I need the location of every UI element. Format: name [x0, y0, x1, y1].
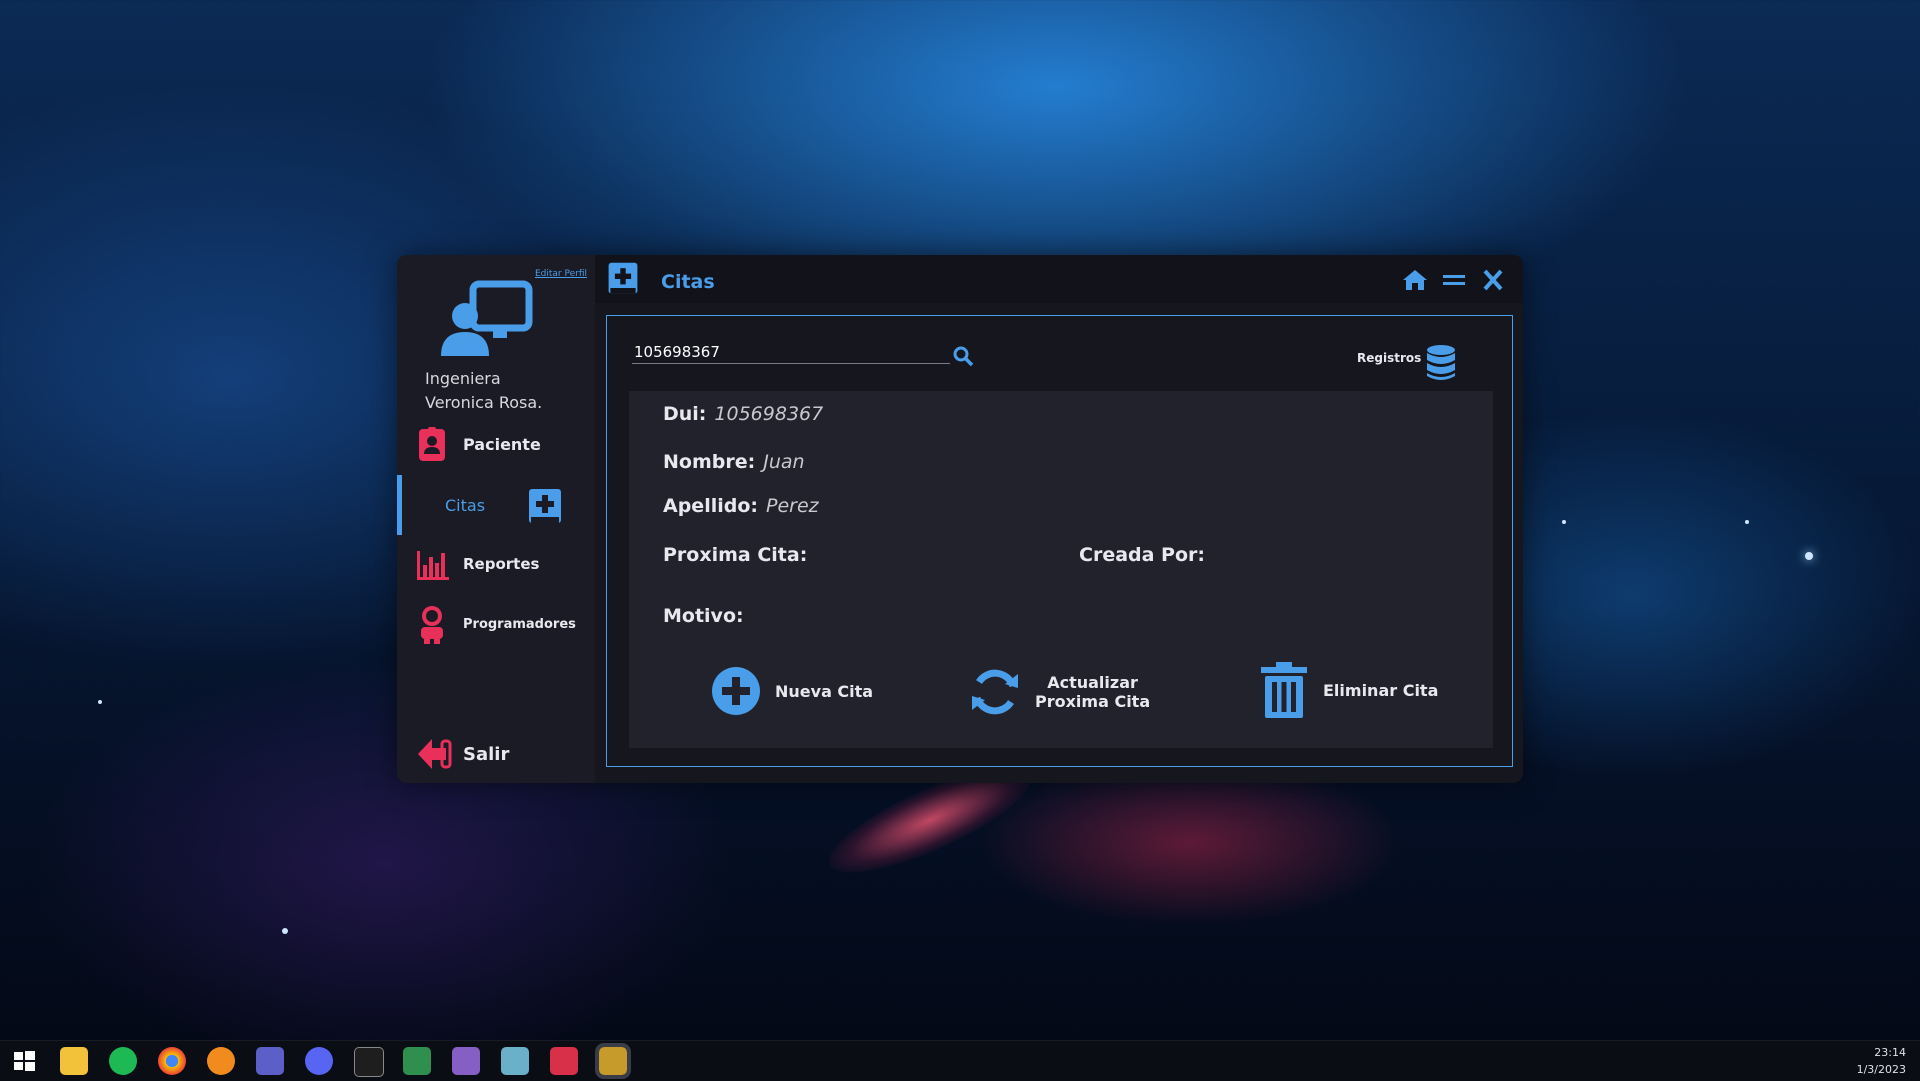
visual-studio-icon[interactable] — [452, 1047, 480, 1075]
user-name: Ingeniera Veronica Rosa. — [425, 367, 595, 415]
motivo-label: Motivo: — [663, 605, 744, 627]
star — [1562, 520, 1566, 524]
star — [282, 928, 288, 934]
page-title: Citas — [661, 271, 715, 293]
nombre-value: Juan — [763, 451, 805, 473]
user-monitor-icon — [441, 280, 533, 356]
edit-profile-link[interactable]: Editar Perfil — [535, 269, 587, 279]
nombre-field: Nombre: Juan — [663, 451, 805, 473]
medical-book-icon — [608, 262, 638, 294]
sidebar-item-label: Reportes — [463, 555, 540, 573]
eliminar-cita-button[interactable]: Eliminar Cita — [1259, 661, 1438, 719]
patient-badge-icon — [419, 427, 445, 461]
terminal-icon[interactable] — [354, 1047, 384, 1077]
eliminar-cita-label: Eliminar Cita — [1323, 680, 1439, 700]
trash-icon — [1261, 662, 1307, 718]
system-clock[interactable]: 23:14 1/3/2023 — [1857, 1044, 1906, 1078]
dui-label: Dui: — [663, 403, 707, 425]
teams-icon[interactable] — [256, 1047, 284, 1075]
actualizar-label: Actualizar Proxima Cita — [1035, 673, 1150, 711]
clock-time: 23:14 — [1874, 1046, 1906, 1059]
content-area: Registros Dui: 105698367 Nombre: Juan Apel… — [606, 315, 1513, 767]
excel-icon[interactable] — [403, 1047, 431, 1075]
minimize-icon[interactable] — [1441, 269, 1467, 291]
bar-chart-icon — [417, 551, 449, 580]
user-title: Ingeniera — [425, 369, 501, 388]
star — [1805, 552, 1813, 560]
logout-icon — [418, 739, 452, 769]
creada-por-label: Creada Por: — [1079, 544, 1206, 566]
close-icon[interactable] — [1480, 269, 1506, 291]
sidebar-item-citas[interactable]: Citas — [397, 475, 595, 535]
registros-label: Registros — [1357, 351, 1422, 365]
search-icon[interactable] — [952, 345, 974, 367]
chrome-icon[interactable] — [158, 1047, 186, 1075]
astronaut-icon — [421, 606, 443, 644]
app-icon[interactable] — [207, 1047, 235, 1075]
sidebar-item-label: Citas — [445, 495, 486, 515]
dui-field: Dui: 105698367 — [663, 403, 823, 425]
user-fullname: Veronica Rosa. — [425, 393, 543, 412]
apellido-value: Perez — [765, 495, 819, 517]
app-icon[interactable] — [550, 1047, 578, 1075]
app-window: Editar Perfil Ingeniera Veronica Rosa. P… — [397, 255, 1523, 783]
actualizar-line2: Proxima Cita — [1035, 692, 1151, 711]
title-bar: Citas — [595, 255, 1523, 303]
apellido-label: Apellido: — [663, 495, 758, 517]
plus-circle-icon — [712, 667, 760, 715]
sidebar: Editar Perfil Ingeniera Veronica Rosa. P… — [397, 255, 595, 783]
proxima-cita-label: Proxima Cita: — [663, 544, 808, 566]
nueva-cita-label: Nueva Cita — [775, 681, 874, 701]
search-input[interactable] — [632, 341, 950, 364]
clock-date: 1/3/2023 — [1856, 1063, 1906, 1076]
nombre-label: Nombre: — [663, 451, 756, 473]
sidebar-item-reportes[interactable]: Reportes — [397, 540, 595, 588]
apellido-field: Apellido: Perez — [663, 495, 819, 517]
sidebar-item-paciente[interactable]: Paciente — [397, 420, 595, 468]
sidebar-item-programadores[interactable]: Programadores — [397, 600, 595, 648]
sidebar-item-label: Programadores — [463, 616, 576, 632]
taskbar: 23:14 1/3/2023 — [0, 1040, 1920, 1081]
actualizar-cita-button[interactable]: Actualizar Proxima Cita — [969, 666, 1150, 718]
database-icon[interactable] — [1426, 345, 1456, 381]
refresh-icon — [972, 669, 1018, 715]
spotify-icon[interactable] — [109, 1047, 137, 1075]
app-icon[interactable] — [501, 1047, 529, 1075]
star — [98, 700, 102, 704]
sidebar-item-label: Paciente — [463, 434, 541, 454]
logout-label: Salir — [463, 743, 510, 765]
record-panel: Dui: 105698367 Nombre: Juan Apellido: Perez… — [629, 391, 1493, 748]
windows-start-icon[interactable] — [10, 1047, 38, 1075]
star — [1745, 520, 1749, 524]
active-app-icon[interactable] — [595, 1043, 631, 1079]
medical-book-icon — [529, 489, 561, 523]
discord-icon[interactable] — [305, 1047, 333, 1075]
active-indicator — [397, 475, 402, 535]
dui-value: 105698367 — [714, 403, 824, 425]
logout-button[interactable]: Salir — [397, 730, 595, 778]
nueva-cita-button[interactable]: Nueva Cita — [711, 666, 873, 716]
file-explorer-icon[interactable] — [60, 1047, 88, 1075]
actualizar-line1: Actualizar — [1047, 673, 1138, 692]
home-icon[interactable] — [1402, 269, 1428, 291]
